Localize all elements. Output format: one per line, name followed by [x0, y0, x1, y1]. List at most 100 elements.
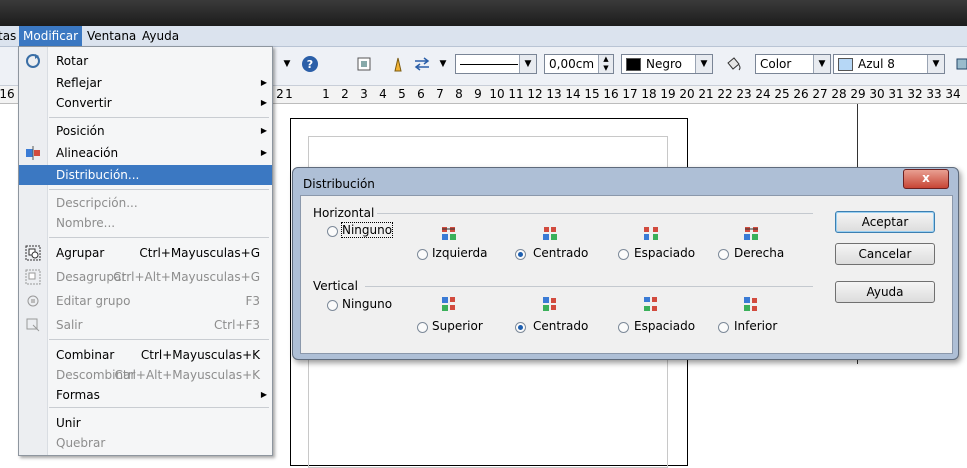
v-ninguno-label[interactable]: Ninguno — [342, 297, 392, 311]
arrow-style-icon[interactable] — [413, 55, 431, 73]
ruler-tick: 6 — [417, 87, 425, 101]
area-color-arrow-icon[interactable]: ▼ — [927, 55, 944, 73]
window-titlebar — [0, 0, 967, 26]
h-centrado-radio[interactable] — [515, 249, 526, 260]
menu-item-descombinar[interactable]: Descombinar Ctrl+Alt+Mayusculas+K — [19, 365, 272, 385]
menu-item-formas[interactable]: Formas ▶ — [19, 385, 272, 405]
menu-item-quebrar[interactable]: Quebrar — [19, 433, 272, 453]
menu-item-combinar[interactable]: Combinar Ctrl+Mayusculas+K — [19, 345, 272, 365]
menu-separator — [49, 189, 269, 190]
ruler-tick: 24 — [755, 87, 771, 101]
ruler-tick: 3 — [360, 87, 368, 101]
line-color-combo[interactable]: Negro ▼ — [621, 54, 713, 74]
svg-text:?: ? — [307, 58, 313, 71]
ruler-tick: 33 — [926, 87, 942, 101]
h-ninguno-label[interactable]: Ninguno — [340, 222, 394, 238]
ungroup-icon — [25, 269, 41, 285]
menu-item-editar-grupo[interactable]: Editar grupo F3 — [19, 291, 272, 311]
ruler-tick: 13 — [546, 87, 562, 101]
ruler-tick: 32 — [907, 87, 923, 101]
line-style-arrow-icon[interactable]: ▼ — [519, 55, 536, 73]
area-type-combo[interactable]: Color ▼ — [755, 54, 831, 74]
distribute-bottom-icon — [743, 296, 759, 312]
h-izquierda-radio[interactable] — [417, 249, 428, 260]
h-espaciado-radio[interactable] — [618, 249, 629, 260]
v-superior-label[interactable]: Superior — [432, 319, 483, 333]
dropdown-arrow-icon[interactable]: ▼ — [278, 55, 296, 73]
menu-item-alineacion[interactable]: Alineación ▶ — [19, 143, 272, 163]
ruler-tick: 5 — [398, 87, 406, 101]
menu-item-nombre[interactable]: Nombre... — [19, 213, 272, 233]
dialog-body: Horizontal Ninguno Izquierda Centrado Es… — [300, 195, 953, 354]
exit-group-icon — [25, 317, 41, 333]
help-icon[interactable]: ? — [301, 55, 319, 73]
line-color-arrow-icon[interactable]: ▼ — [695, 55, 712, 73]
ruler-tick: 16 — [603, 87, 619, 101]
area-color-swatch — [838, 58, 853, 71]
submenu-arrow-icon: ▶ — [260, 98, 267, 107]
line-style-combo[interactable]: ▼ — [455, 54, 537, 74]
ok-button[interactable]: Aceptar — [835, 211, 935, 233]
ruler-tick: 34 — [945, 87, 961, 101]
h-espaciado-label[interactable]: Espaciado — [634, 246, 695, 260]
ruler-tick: 22 — [717, 87, 733, 101]
v-espaciado-radio[interactable] — [618, 322, 629, 333]
help-button[interactable]: Ayuda — [835, 281, 935, 303]
menu-item-distribucion[interactable]: Distribución... — [19, 165, 272, 185]
fill-bucket-icon[interactable] — [724, 55, 742, 73]
ruler-tick: 7 — [436, 87, 444, 101]
menu-item-unir[interactable]: Unir — [19, 413, 272, 433]
points-icon[interactable] — [355, 55, 373, 73]
dialog-title: Distribución — [303, 177, 375, 191]
menu-item-convertir[interactable]: Convertir ▶ — [19, 93, 272, 113]
v-centrado-label[interactable]: Centrado — [533, 319, 588, 333]
h-izquierda-label[interactable]: Izquierda — [432, 246, 487, 260]
menu-item-rotar[interactable]: Rotar — [19, 51, 272, 71]
menu-item-desagrupar[interactable]: Desagrupar Ctrl+Alt+Mayusculas+G — [19, 267, 272, 287]
v-superior-radio[interactable] — [417, 322, 428, 333]
v-ninguno-radio[interactable] — [327, 300, 338, 311]
menu-item-reflejar[interactable]: Reflejar ▶ — [19, 73, 272, 93]
cancel-button[interactable]: Cancelar — [835, 243, 935, 265]
dropdown-arrow-icon-2[interactable]: ▼ — [434, 55, 452, 73]
ruler-tick: 12 — [527, 87, 543, 101]
menu-item-posicion[interactable]: Posición ▶ — [19, 121, 272, 141]
shadow-icon[interactable] — [954, 55, 967, 73]
ruler-tick: 18 — [641, 87, 657, 101]
v-espaciado-label[interactable]: Espaciado — [634, 319, 695, 333]
spin-icon[interactable]: ▲ ▼ — [598, 55, 613, 73]
area-color-value: Azul 8 — [858, 57, 895, 71]
menu-item-agrupar[interactable]: Agrupar Ctrl+Mayusculas+G — [19, 243, 272, 263]
ruler-tick: 1 — [285, 87, 293, 101]
menu-herramientas[interactable]: tas — [0, 26, 20, 46]
h-derecha-radio[interactable] — [718, 249, 729, 260]
group-icon — [25, 245, 41, 261]
v-inferior-radio[interactable] — [718, 322, 729, 333]
ruler-tick: 2 — [341, 87, 349, 101]
distribute-top-icon — [441, 296, 457, 312]
ruler-tick: 16 — [0, 87, 15, 101]
ruler-tick: 4 — [379, 87, 387, 101]
line-width-field[interactable]: 0,00cm ▲ ▼ — [544, 54, 614, 74]
h-ninguno-radio[interactable] — [327, 226, 338, 237]
line-style-icon[interactable] — [389, 55, 407, 73]
ruler-tick: 23 — [736, 87, 752, 101]
menu-item-descripcion[interactable]: Descripción... — [19, 193, 272, 213]
h-derecha-label[interactable]: Derecha — [734, 246, 784, 260]
menu-modificar[interactable]: Modificar — [19, 26, 83, 46]
menu-ventana[interactable]: Ventana — [83, 26, 140, 46]
ruler-tick: 10 — [489, 87, 505, 101]
h-centrado-label[interactable]: Centrado — [533, 246, 588, 260]
close-button[interactable]: x — [903, 169, 949, 189]
area-type-value: Color — [760, 57, 792, 71]
distribute-vspacing-icon — [643, 296, 659, 312]
distribute-vcenter-icon — [542, 296, 558, 312]
menu-separator — [49, 237, 269, 238]
menu-ayuda[interactable]: Ayuda — [138, 26, 183, 46]
area-type-arrow-icon[interactable]: ▼ — [813, 55, 830, 73]
v-centrado-radio[interactable] — [515, 322, 526, 333]
v-inferior-label[interactable]: Inferior — [734, 319, 777, 333]
ruler-tick: 27 — [812, 87, 828, 101]
menu-item-salir[interactable]: Salir Ctrl+F3 — [19, 315, 272, 335]
area-color-combo[interactable]: Azul 8 ▼ — [833, 54, 945, 74]
